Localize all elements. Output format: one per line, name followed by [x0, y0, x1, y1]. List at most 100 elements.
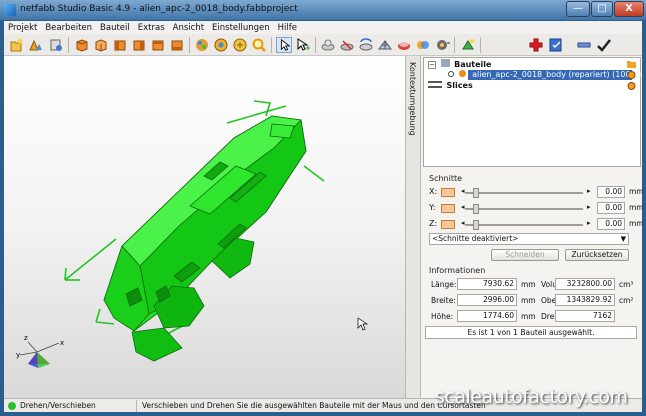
shaded-view-icon[interactable] [213, 37, 229, 53]
toolbar [4, 34, 642, 56]
toolbar-separator [480, 37, 481, 53]
z-value-field[interactable]: 0.00 [597, 218, 625, 230]
z-slider-thumb[interactable] [473, 220, 479, 230]
app-window: netfabb Studio Basic 4.9 - alien_apc-2_0… [0, 0, 646, 416]
rotate-icon[interactable] [358, 37, 374, 53]
watermark: scaleautofactory.com [435, 386, 628, 408]
toolbar-separator [271, 37, 272, 53]
context-side-tab[interactable]: Kontextumgebung [405, 56, 420, 398]
visibility-icon[interactable] [448, 71, 454, 77]
parts-folder-icon [440, 59, 450, 67]
axis-z-color[interactable] [441, 220, 455, 229]
3d-model-apc-body[interactable] [103, 115, 307, 362]
width-label: Breite: [431, 296, 456, 305]
slider-left-arrow[interactable]: ◂ [461, 187, 465, 195]
menu-bauteil[interactable]: Bauteil [96, 23, 134, 33]
chevron-down-icon[interactable]: ▼ [621, 234, 626, 244]
3d-viewport[interactable]: x z y [4, 56, 405, 398]
settings-icon[interactable] [434, 37, 450, 53]
y-slider-thumb[interactable] [473, 204, 479, 214]
axis-z-label: Z: [429, 219, 438, 228]
view-right-icon[interactable] [131, 37, 147, 53]
toolbar-separator [68, 37, 69, 53]
new-project-icon[interactable] [8, 37, 24, 53]
light-icon[interactable] [460, 37, 476, 53]
menu-einstellungen[interactable]: Einstellungen [208, 23, 274, 33]
part-icon [458, 70, 466, 77]
height-value: 1774.60 [457, 310, 517, 322]
select-pointer-icon[interactable] [276, 37, 292, 53]
y-slider-track[interactable] [465, 208, 583, 210]
remove-icon[interactable] [576, 37, 592, 53]
menu-ansicht[interactable]: Ansicht [169, 23, 208, 33]
x-slider-track[interactable] [465, 192, 583, 194]
mesh-icon[interactable] [377, 37, 393, 53]
slider-right-arrow[interactable]: ▸ [587, 203, 591, 211]
close-button[interactable]: X [614, 1, 644, 17]
maximize-button[interactable]: □ [591, 1, 613, 17]
length-label: Länge: [431, 280, 457, 289]
view-back-icon[interactable] [93, 37, 109, 53]
open-project-icon[interactable] [28, 37, 44, 53]
save-project-icon[interactable] [48, 37, 64, 53]
axis-y-label: Y: [429, 203, 436, 212]
section-title-informationen: Informationen [429, 266, 486, 275]
view-front-icon[interactable] [74, 37, 90, 53]
view-bottom-icon[interactable] [169, 37, 185, 53]
reset-button[interactable]: Zurücksetzen [565, 249, 629, 261]
slider-left-arrow[interactable]: ◂ [461, 219, 465, 227]
material-icon[interactable] [396, 37, 412, 53]
y-unit: mm [629, 203, 644, 212]
menu-projekt[interactable]: Projekt [4, 23, 41, 33]
measure-icon[interactable] [320, 37, 336, 53]
tree-root-bauteile[interactable]: − Bauteile [428, 59, 491, 70]
part-status-icon[interactable] [627, 71, 636, 79]
cut-mode-dropdown[interactable]: <Schnitte deaktiviert> ▼ [429, 233, 629, 245]
collapse-icon[interactable]: − [428, 61, 436, 69]
cut-mode-value: <Schnitte deaktiviert> [432, 234, 519, 243]
minimize-button[interactable]: — [566, 1, 590, 17]
menu-bearbeiten[interactable]: Bearbeiten [41, 23, 96, 33]
axis-x-color[interactable] [441, 188, 455, 197]
toggle-icon[interactable] [415, 37, 431, 53]
folder-open-icon[interactable] [627, 60, 636, 68]
menu-extras[interactable]: Extras [134, 23, 169, 33]
app-icon [4, 4, 16, 16]
z-slider-track[interactable] [465, 224, 583, 226]
x-slider-thumb[interactable] [473, 188, 479, 198]
y-value-field[interactable]: 0.00 [597, 202, 625, 214]
surface-value: 1343829.92 [555, 294, 615, 306]
selection-status: Es ist 1 von 1 Bauteil ausgewählt. [425, 326, 637, 339]
zoom-icon[interactable] [251, 37, 267, 53]
slider-right-arrow[interactable]: ▸ [587, 187, 591, 195]
width-value: 2996.00 [457, 294, 517, 306]
slider-right-arrow[interactable]: ▸ [587, 219, 591, 227]
zoom-fit-icon[interactable] [232, 37, 248, 53]
cut-button[interactable]: Schneiden [491, 249, 559, 261]
select-pointer-plus-icon[interactable] [295, 37, 311, 53]
volume-unit: cm³ [619, 280, 634, 289]
confirm-icon[interactable] [596, 37, 612, 53]
add-icon[interactable] [528, 37, 544, 53]
axis-z-label: z [24, 334, 28, 342]
status-separator [136, 400, 137, 412]
menu-hilfe[interactable]: Hilfe [274, 23, 301, 33]
slices-status-icon[interactable] [627, 82, 636, 90]
view-top-icon[interactable] [150, 37, 166, 53]
checklist-icon[interactable] [548, 37, 564, 53]
slider-left-arrow[interactable]: ◂ [461, 203, 465, 211]
tree-slices[interactable]: Slices [428, 81, 473, 92]
section-icon[interactable] [339, 37, 355, 53]
width-unit: mm [521, 296, 536, 305]
tree-part-item[interactable]: alien_apc-2_0018_body (repariert) (100%) [448, 70, 641, 81]
title-bar: netfabb Studio Basic 4.9 - alien_apc-2_0… [0, 0, 646, 20]
right-panel: − Bauteile alien_apc-2_0018_body (repari… [420, 56, 644, 398]
view-left-icon[interactable] [112, 37, 128, 53]
axis-y-color[interactable] [441, 204, 455, 213]
x-value-field[interactable]: 0.00 [597, 186, 625, 198]
model-view[interactable]: x z y [4, 56, 405, 398]
color-view-icon[interactable] [194, 37, 210, 53]
axis-x-label: X: [429, 187, 438, 196]
height-unit: mm [521, 312, 536, 321]
window-title: netfabb Studio Basic 4.9 - alien_apc-2_0… [20, 4, 298, 14]
